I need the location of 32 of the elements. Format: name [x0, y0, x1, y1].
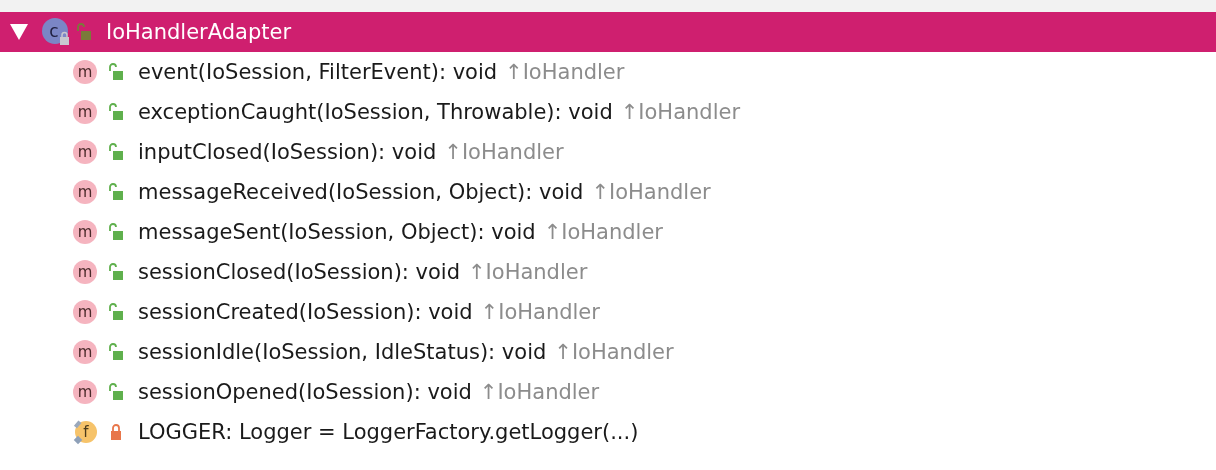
inherited-from-label: ↑IoHandler [468, 260, 588, 284]
method-icon: m [72, 59, 98, 85]
member-signature: sessionClosed(IoSession): void [138, 260, 460, 284]
inherited-from-label: ↑IoHandler [543, 220, 663, 244]
inherited-from-label: ↑IoHandler [479, 380, 600, 404]
class-name: IoHandlerAdapter [106, 20, 292, 44]
inherited-from-label: ↑IoHandler [554, 340, 674, 364]
method-icon: m [72, 219, 98, 245]
inherited-from-label: ↑IoHandler [591, 180, 711, 204]
method-icon: m [72, 99, 98, 125]
member-signature: LOGGER: Logger = LoggerFactory.getLogger(...) [138, 420, 639, 444]
method-icon: m [72, 299, 98, 325]
member-signature: event(IoSession, FilterEvent): void [138, 60, 498, 84]
member-signature: sessionIdle(IoSession, IdleStatus): void [138, 340, 547, 364]
member-signature: messageReceived(IoSession, Object): void [138, 180, 584, 204]
field-icon: f [72, 419, 98, 445]
method-icon: m [72, 259, 98, 285]
inherited-from-label: ↑IoHandler [480, 300, 600, 324]
member-signature: inputClosed(IoSession): void [138, 140, 437, 164]
tree-row[interactable]: c IoHandlerAdapter [0, 12, 1216, 52]
method-icon: m [72, 339, 98, 365]
inherited-from-label: ↑IoHandler [505, 60, 625, 84]
inherited-from-label: ↑IoHandler [620, 100, 741, 124]
member-signature: sessionCreated(IoSession): void [138, 300, 473, 324]
inherited-from-label: ↑IoHandler [444, 140, 564, 164]
method-icon: m [72, 379, 98, 405]
method-icon: m [72, 139, 98, 165]
method-icon: m [72, 179, 98, 205]
member-signature: messageSent(IoSession, Object): void [138, 220, 536, 244]
member-signature: exceptionCaught(IoSession, Throwable): void [138, 100, 613, 124]
member-signature: sessionOpened(IoSession): void [138, 380, 472, 404]
expand-triangle-icon[interactable] [10, 24, 28, 40]
